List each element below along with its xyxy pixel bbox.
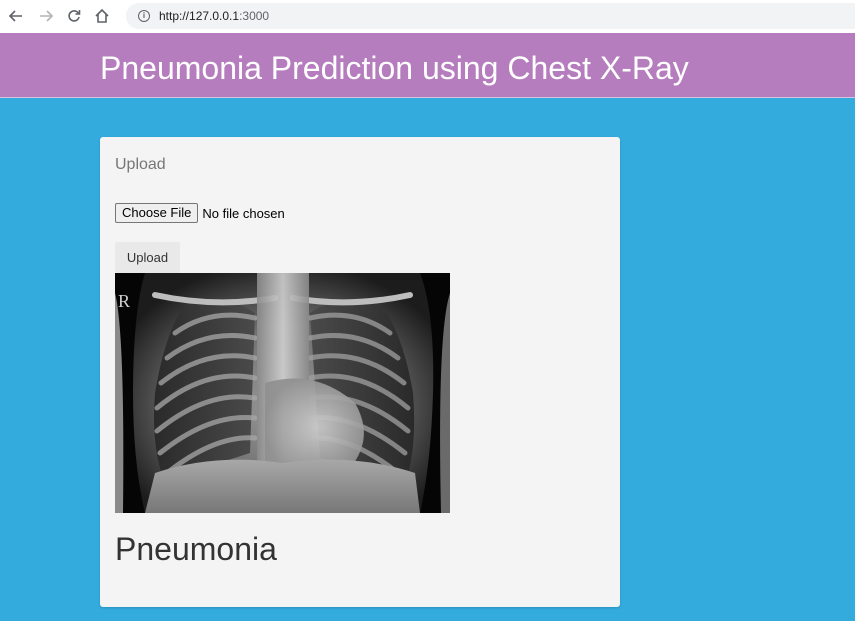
address-bar[interactable]: i http://127.0.0.1:3000 [126, 3, 855, 29]
upload-heading: Upload [115, 156, 166, 173]
chest-xray-picture: R [115, 273, 450, 513]
page-title: Pneumonia Prediction using Chest X-Ray [100, 50, 689, 86]
xray-image: R [115, 273, 450, 513]
choose-file-button[interactable]: Choose File [115, 203, 199, 223]
info-icon[interactable]: i [138, 10, 150, 22]
url-host: http://127.0.0.1 [159, 9, 240, 23]
file-status-text: No file chosen [202, 205, 285, 221]
upload-button[interactable]: Upload [115, 242, 180, 273]
home-icon[interactable] [91, 5, 113, 27]
browser-toolbar: i http://127.0.0.1:3000 [0, 0, 855, 33]
prediction-result: Pneumonia [115, 531, 277, 567]
back-arrow-icon[interactable] [5, 5, 27, 27]
url-port: :3000 [239, 9, 270, 23]
file-input[interactable]: Choose File No file chosen [115, 203, 285, 223]
xray-side-marker: R [118, 291, 130, 311]
upload-card: Upload Choose File No file chosen Upload [100, 137, 620, 607]
site-header: Pneumonia Prediction using Chest X-Ray [0, 33, 855, 98]
forward-arrow-icon[interactable] [35, 5, 57, 27]
reload-icon[interactable] [63, 5, 85, 27]
url-text[interactable]: http://127.0.0.1:3000 [159, 9, 269, 23]
